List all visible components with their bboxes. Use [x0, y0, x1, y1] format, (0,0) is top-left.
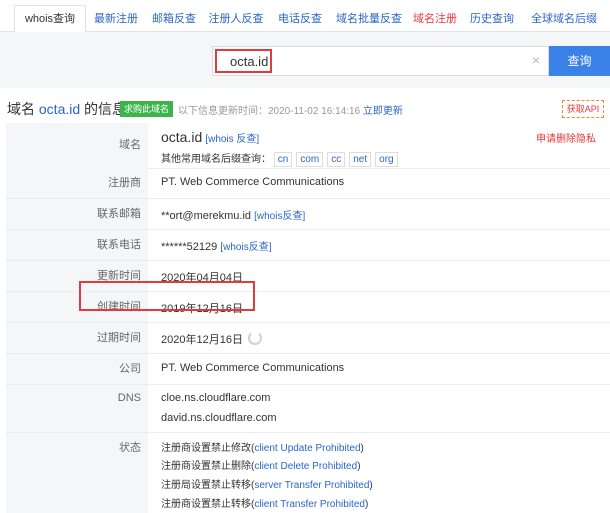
- status-prefix: 注册局设置禁止转移(: [161, 480, 255, 491]
- label-domain: 域名: [6, 123, 148, 168]
- get-api-button[interactable]: 获取API: [562, 100, 604, 118]
- phone-whois-link[interactable]: [whois反查]: [220, 242, 271, 253]
- label-status: 状态: [6, 433, 148, 513]
- suffix-org[interactable]: org: [375, 152, 398, 167]
- label-email: 联系邮箱: [6, 199, 148, 229]
- tab-global-suffix[interactable]: 全球域名后缀: [524, 7, 604, 31]
- suffix-cc[interactable]: cc: [327, 152, 346, 167]
- row-domain: 域名 octa.id [whois 反查] 其他常用域名后缀查询： cn com c…: [6, 123, 610, 169]
- status-item: 注册商设置禁止修改(client Update Prohibited): [161, 439, 364, 454]
- row-created: 创建时间 2019年12月16日: [6, 292, 610, 323]
- updated-value: 2020年04月04日: [161, 272, 243, 284]
- refresh-icon[interactable]: [248, 331, 263, 345]
- tab-whois[interactable]: whois查询: [14, 5, 86, 33]
- tab-registrant-reverse[interactable]: 注册人反查: [206, 7, 266, 31]
- tab-batch-reverse[interactable]: 域名批量反查: [334, 7, 404, 31]
- search-input[interactable]: [215, 49, 272, 73]
- info-header: 域名 octa.id 的信息 求购此域名 以下信息更新时间：2020-11-02…: [0, 96, 610, 120]
- search-box: ×: [212, 46, 549, 76]
- status-prefix: 注册商设置禁止删除(: [161, 461, 255, 472]
- status-suffix: ): [369, 480, 373, 491]
- row-phone: 联系电话 ******52129 [whois反查]: [6, 230, 610, 261]
- suffix-com[interactable]: com: [296, 152, 324, 167]
- tab-bar: whois查询 最新注册 邮箱反查 注册人反查 电话反查 域名批量反查 域名注册…: [0, 0, 610, 33]
- status-item: 注册商设置禁止转移(client Transfer Prohibited): [161, 495, 368, 510]
- status-link-delete[interactable]: client Delete Prohibited: [254, 461, 357, 472]
- row-updated: 更新时间 2020年04月04日: [6, 261, 610, 292]
- row-registrar: 注册商 PT. Web Commerce Communications: [6, 168, 610, 199]
- expires-value-wrap: 2020年12月16日: [161, 331, 263, 347]
- row-dns: DNS cloe.ns.cloudflare.com david.ns.clou…: [6, 385, 610, 433]
- status-prefix: 注册商设置禁止转移(: [161, 499, 255, 510]
- email-value: **ort@merekmu.id: [161, 210, 252, 222]
- tab-latest-registered[interactable]: 最新注册: [88, 7, 144, 31]
- phone-value-wrap: ******52129 [whois反查]: [161, 238, 271, 253]
- label-expires: 过期时间: [6, 323, 148, 353]
- status-suffix: ): [360, 443, 364, 454]
- suffix-label: 其他常用域名后缀查询：: [161, 154, 271, 165]
- tab-history[interactable]: 历史查询: [466, 7, 518, 31]
- label-phone: 联系电话: [6, 230, 148, 260]
- update-time-text: 以下信息更新时间：2020-11-02 16:14:16: [178, 106, 361, 117]
- company-value: PT. Web Commerce Communications: [161, 362, 345, 374]
- row-expires: 过期时间 2020年12月16日: [6, 323, 610, 354]
- search-button[interactable]: 查询: [549, 46, 610, 76]
- email-whois-link[interactable]: [whois反查]: [254, 211, 305, 222]
- row-email: 联系邮箱 **ort@merekmu.id [whois反查]: [6, 199, 610, 230]
- suffix-row: 其他常用域名后缀查询： cn com cc net org: [161, 150, 402, 167]
- domain-name: octa.id: [161, 129, 203, 145]
- registrar-value: PT. Web Commerce Communications: [161, 176, 345, 188]
- clear-icon[interactable]: ×: [529, 53, 543, 67]
- status-prefix: 注册商设置禁止修改(: [161, 443, 255, 454]
- buy-domain-badge[interactable]: 求购此域名: [120, 101, 174, 117]
- update-now-link[interactable]: 立即更新: [363, 106, 403, 117]
- expires-value: 2020年12月16日: [161, 334, 243, 346]
- label-updated: 更新时间: [6, 261, 148, 291]
- suffix-net[interactable]: net: [349, 152, 372, 167]
- tab-phone-reverse[interactable]: 电话反查: [272, 7, 328, 31]
- label-created: 创建时间: [6, 292, 148, 322]
- tab-domain-register[interactable]: 域名注册: [410, 7, 460, 31]
- search-area: × 查询: [0, 32, 610, 88]
- update-time: 以下信息更新时间：2020-11-02 16:14:16 立即更新: [178, 102, 403, 117]
- tab-email-reverse[interactable]: 邮箱反查: [146, 7, 202, 31]
- domain-value: octa.id [whois 反查]: [161, 129, 259, 145]
- status-item: 注册局设置禁止转移(server Transfer Prohibited): [161, 476, 373, 491]
- row-company: 公司 PT. Web Commerce Communications: [6, 354, 610, 385]
- label-dns: DNS: [6, 385, 148, 432]
- suffix-cn[interactable]: cn: [273, 152, 293, 167]
- status-item: 注册商设置禁止删除(client Delete Prohibited): [161, 457, 361, 472]
- row-status: 状态 注册商设置禁止修改(client Update Prohibited) 注…: [6, 433, 610, 513]
- status-link-client-transfer[interactable]: client Transfer Prohibited: [254, 499, 365, 510]
- email-value-wrap: **ort@merekmu.id [whois反查]: [161, 207, 305, 222]
- title-prefix: 域名: [7, 101, 39, 117]
- status-suffix: ): [357, 461, 361, 472]
- domain-whois-link[interactable]: [whois 反查]: [205, 134, 259, 145]
- privacy-removal-link[interactable]: 申请删除隐私: [536, 130, 596, 145]
- created-value: 2019年12月16日: [161, 303, 243, 315]
- dns-value-2: david.ns.cloudflare.com: [161, 412, 277, 424]
- dns-value-1: cloe.ns.cloudflare.com: [161, 392, 271, 404]
- status-suffix: ): [364, 499, 369, 510]
- status-link-update[interactable]: client Update Prohibited: [254, 443, 360, 454]
- status-link-server-transfer[interactable]: server Transfer Prohibited: [254, 480, 369, 491]
- page-title: 域名 octa.id 的信息: [7, 99, 126, 119]
- label-registrar: 注册商: [6, 168, 148, 198]
- label-company: 公司: [6, 354, 148, 384]
- title-domain: octa.id: [38, 101, 81, 117]
- phone-value: ******52129: [161, 241, 218, 253]
